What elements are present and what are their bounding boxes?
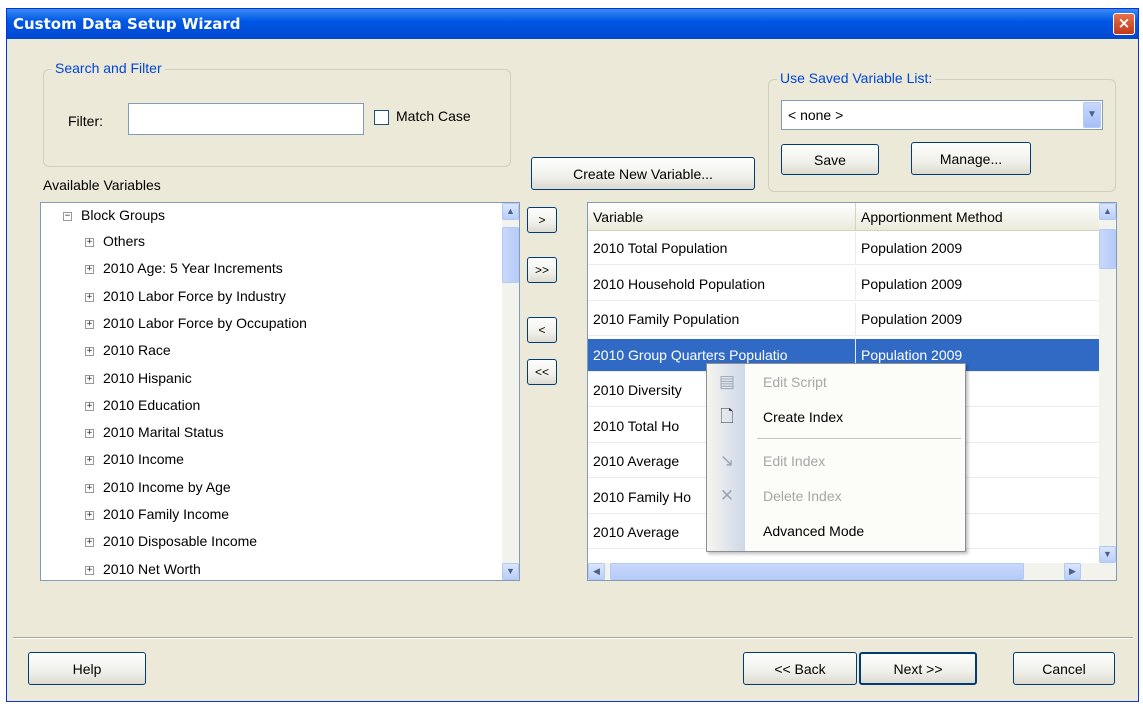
grid-header: Variable Apportionment Method (588, 203, 1101, 231)
scroll-thumb[interactable] (502, 227, 519, 283)
remove-all-button[interactable]: << (527, 359, 557, 385)
cell-variable: 2010 Household Population (588, 267, 856, 300)
script-icon: ▤ (718, 372, 736, 391)
title-bar[interactable]: Custom Data Setup Wizard × (7, 9, 1138, 39)
tree-item-label: 2010 Disposable Income (103, 533, 258, 550)
grid-horizontal-scrollbar[interactable]: ◀ ▶ (588, 563, 1116, 580)
tree-item-label: Others (103, 233, 146, 249)
cell-variable: 2010 Family Population (588, 303, 856, 335)
expand-icon[interactable]: + (85, 374, 94, 384)
tree-item-label: 2010 Income (103, 451, 184, 468)
expand-icon[interactable]: + (85, 511, 94, 520)
expand-icon[interactable]: + (85, 238, 94, 247)
saved-variable-list-group: Use Saved Variable List: < none > ▼ Save… (768, 70, 1116, 192)
scroll-up-icon[interactable]: ▲ (1099, 203, 1116, 220)
add-one-button[interactable]: > (527, 207, 557, 233)
context-menu-item[interactable]: Advanced Mode (763, 523, 864, 539)
scroll-down-icon[interactable]: ▼ (502, 563, 519, 580)
search-filter-group: Search and Filter Filter: Match Case (43, 60, 511, 167)
expand-icon[interactable]: + (85, 538, 94, 548)
scroll-up-icon[interactable]: ▲ (502, 203, 519, 220)
search-filter-group-title: Search and Filter (52, 60, 165, 76)
expand-icon[interactable]: + (85, 565, 94, 575)
delete-x-icon: ✕ (719, 486, 735, 505)
wizard-window: Custom Data Setup Wizard × Search and Fi… (6, 8, 1139, 702)
saved-variable-list-title: Use Saved Variable List: (777, 70, 936, 86)
expand-icon[interactable]: + (85, 456, 94, 466)
cell-apportionment-method: Population 2009 (856, 232, 1101, 264)
footer-separator (13, 637, 1133, 639)
add-all-button[interactable]: >> (527, 257, 557, 283)
scroll-right-icon[interactable]: ▶ (1064, 563, 1081, 580)
expand-icon[interactable]: + (85, 429, 94, 439)
tree-item-label: 2010 Hispanic (103, 369, 192, 386)
cell-apportionment-method: Population 2009 (856, 303, 1101, 335)
expand-icon[interactable]: + (85, 347, 94, 357)
filter-input[interactable] (128, 103, 364, 135)
context-menu-separator (757, 438, 961, 439)
available-variables-scrollbar[interactable]: ▲ ▼ (502, 203, 519, 580)
cancel-button[interactable]: Cancel (1013, 652, 1115, 685)
available-variables-title: Available Variables (43, 177, 161, 193)
edit-arrow-icon: ↘ (719, 451, 735, 470)
tree-item-label: 2010 Race (103, 342, 171, 359)
expand-icon[interactable]: + (85, 319, 94, 329)
scroll-down-icon[interactable]: ▼ (1099, 546, 1116, 563)
help-button[interactable]: Help (28, 652, 146, 685)
context-menu: ▤ Edit Script 🗋 Create Index ↘ Edit Index ✕ Del… (706, 363, 966, 552)
scroll-thumb[interactable] (610, 563, 1024, 580)
column-header-variable[interactable]: Variable (588, 203, 856, 230)
tree-item-label: 2010 Education (103, 396, 201, 413)
context-menu-item[interactable]: Edit Index (763, 453, 825, 469)
chevron-down-icon[interactable]: ▼ (1083, 102, 1101, 128)
filter-label: Filter: (68, 113, 103, 129)
cell-variable: 2010 Total Population (588, 232, 856, 264)
tree-root-label: Block Groups (81, 207, 166, 223)
create-new-variable-button[interactable]: Create New Variable... (531, 157, 755, 190)
tree-item-label: 2010 Marital Status (103, 424, 224, 441)
table-row[interactable]: 2010 Total Population Population 2009 (588, 232, 1101, 265)
table-row[interactable]: 2010 Family Population Population 2009 (588, 303, 1101, 336)
tree-item-label: 2010 Labor Force by Occupation (103, 314, 307, 331)
scroll-left-icon[interactable]: ◀ (588, 563, 605, 580)
saved-variable-list-dropdown[interactable]: < none > ▼ (781, 100, 1103, 130)
close-button[interactable]: × (1113, 13, 1135, 35)
match-case-label: Match Case (396, 108, 471, 124)
expand-icon[interactable]: + (85, 292, 94, 302)
collapse-icon[interactable]: − (63, 212, 72, 221)
table-row[interactable]: 2010 Household Population Population 2009 (588, 267, 1101, 301)
window-title: Custom Data Setup Wizard (13, 15, 241, 33)
tree-item-label: 2010 Labor Force by Industry (103, 287, 286, 304)
save-button[interactable]: Save (781, 144, 879, 175)
manage-button[interactable]: Manage... (911, 142, 1031, 175)
remove-one-button[interactable]: < (527, 317, 557, 343)
tree-item-label: 2010 Income by Age (103, 478, 231, 495)
context-menu-item[interactable]: Delete Index (763, 488, 842, 504)
expand-icon[interactable]: + (85, 401, 94, 411)
saved-variable-list-value: < none > (788, 107, 844, 123)
tree-item-label: 2010 Age: 5 Year Increments (103, 260, 283, 277)
context-menu-item[interactable]: Edit Script (763, 374, 827, 390)
new-document-icon: 🗋 (720, 407, 734, 426)
scroll-thumb[interactable] (1099, 229, 1116, 269)
cell-apportionment-method: Population 2009 (856, 267, 1101, 300)
expand-icon[interactable]: + (85, 265, 94, 275)
match-case-checkbox[interactable] (374, 110, 389, 125)
expand-icon[interactable]: + (85, 483, 94, 493)
tree-item-label: 2010 Family Income (103, 506, 230, 522)
grid-vertical-scrollbar[interactable]: ▲ ▼ (1099, 203, 1116, 563)
available-variables-tree[interactable]: − Block Groups + Others +2010 Age: 5 Year … (40, 202, 520, 581)
tree-item-label: 2010 Net Worth (103, 560, 201, 577)
next-button[interactable]: Next >> (859, 652, 977, 685)
back-button[interactable]: << Back (743, 652, 857, 685)
column-header-apportionment[interactable]: Apportionment Method (856, 203, 1101, 230)
context-menu-item[interactable]: Create Index (763, 409, 843, 425)
